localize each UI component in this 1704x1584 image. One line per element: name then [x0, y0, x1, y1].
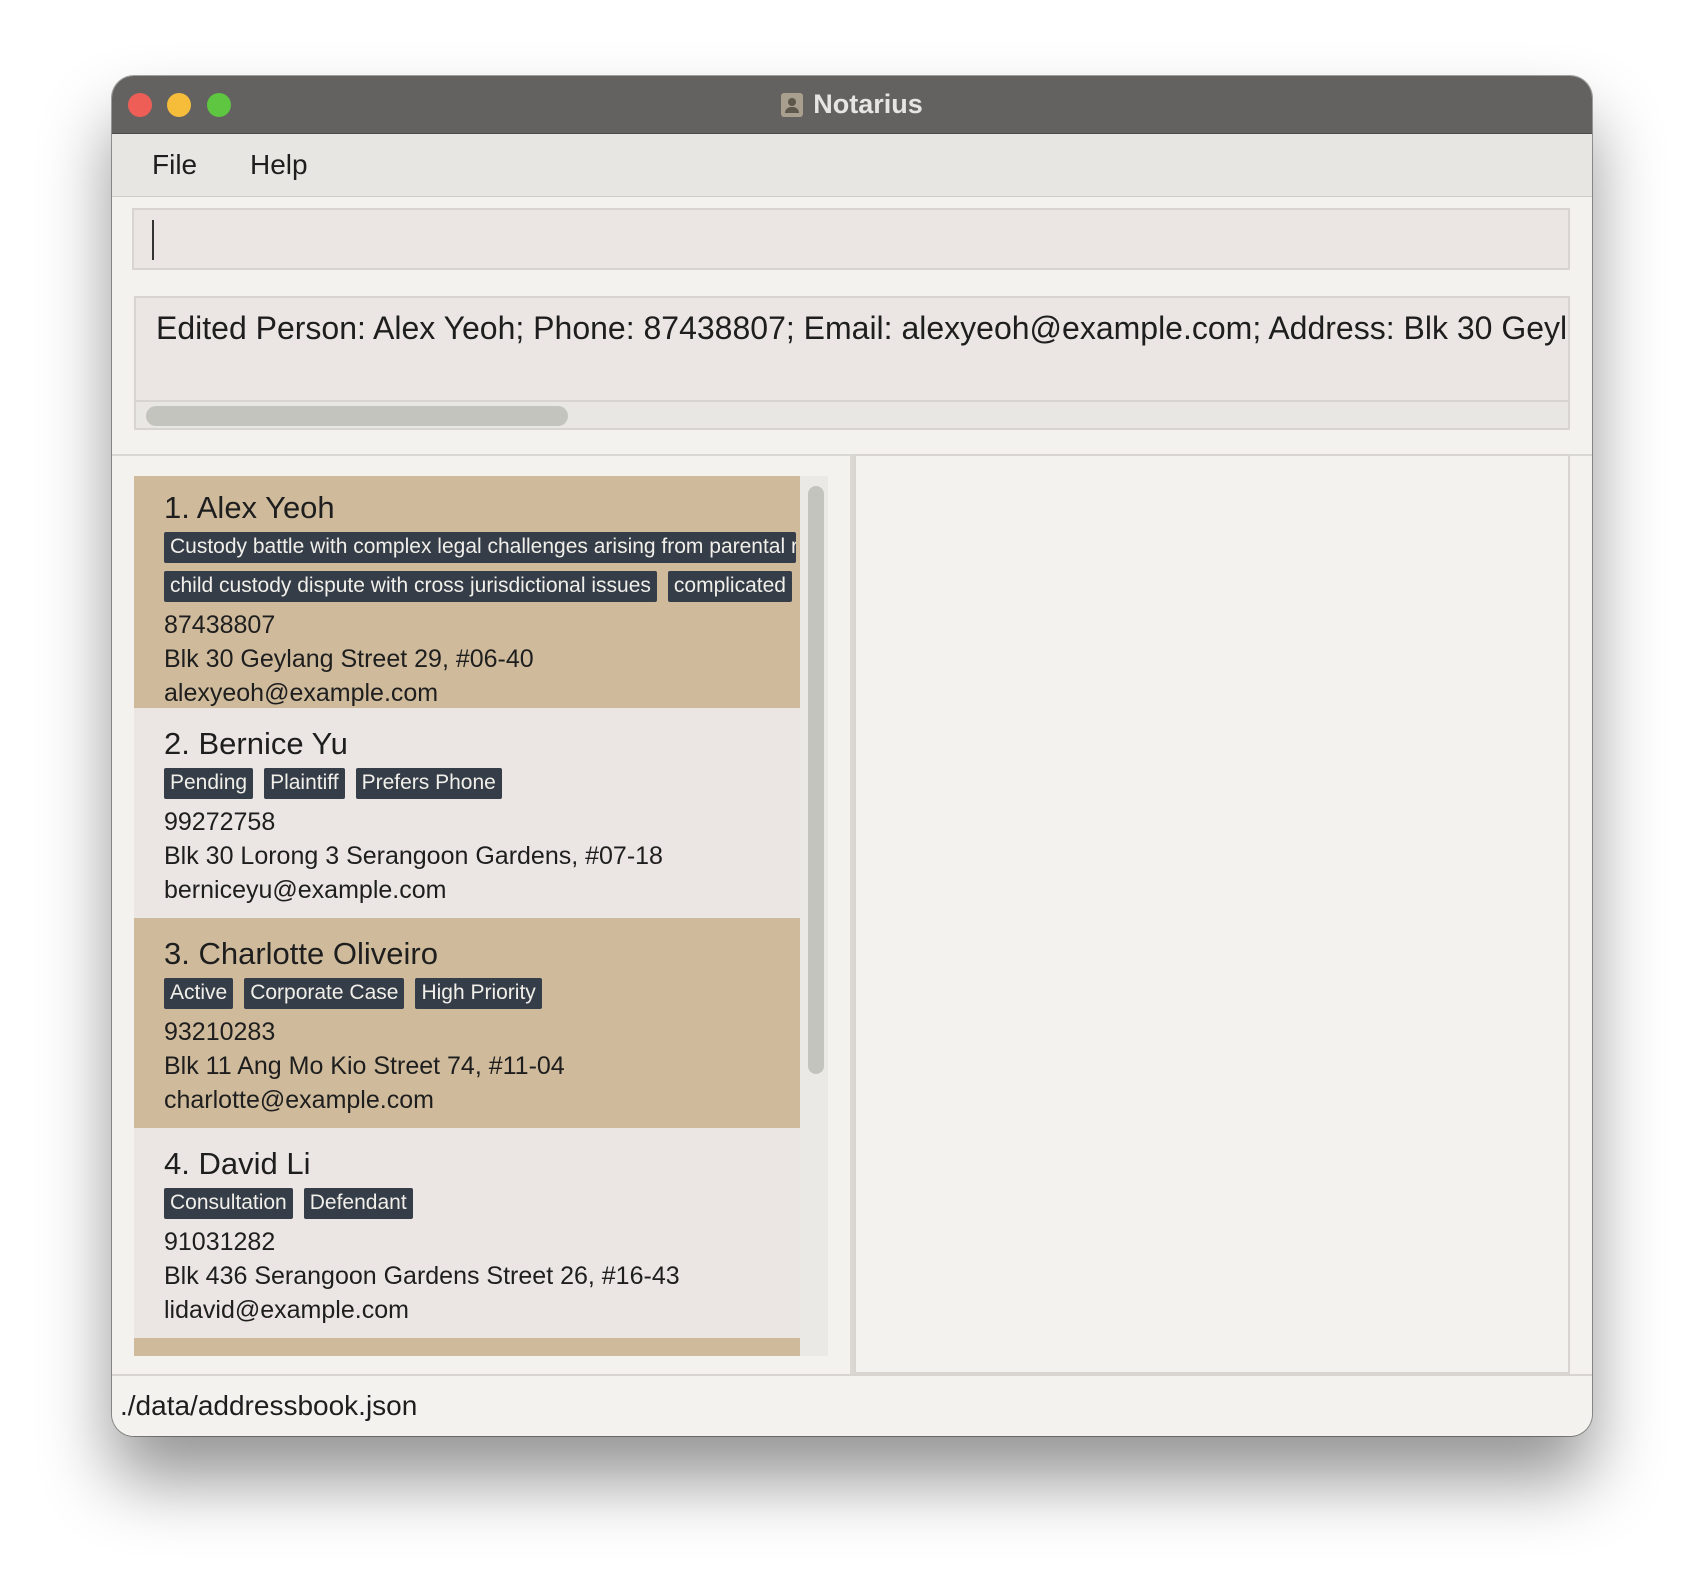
window-title: Notarius [813, 89, 923, 119]
tag-chip: High Priority [415, 978, 542, 1009]
person-card[interactable]: 2. Bernice Yu Pending Plaintiff Prefers Pho… [134, 708, 800, 918]
person-card[interactable]: 1. Alex Yeoh Custody battle with complex … [134, 476, 800, 708]
tag-chip: Active [164, 978, 234, 1009]
tag-list: Custody battle with complex legal challe… [164, 532, 800, 608]
person-card[interactable] [134, 1338, 800, 1356]
tag-list: Consultation Defendant [164, 1188, 800, 1225]
person-email: berniceyu@example.com [164, 876, 447, 904]
result-horizontal-scrollbar[interactable] [146, 406, 568, 426]
person-address: Blk 30 Lorong 3 Serangoon Gardens, #07-1… [164, 842, 663, 870]
tag-chip: Plaintiff [264, 768, 345, 799]
person-list-scrollbar-track[interactable] [802, 476, 828, 1356]
data-file-path: ./data/addressbook.json [120, 1390, 418, 1421]
person-card[interactable]: 3. Charlotte Oliveiro Active Corporate Cas… [134, 918, 800, 1128]
tag-chip: child custody dispute with cross jurisdi… [164, 571, 657, 602]
tag-chip: Corporate Case [244, 978, 405, 1009]
menu-file[interactable]: File [152, 149, 197, 181]
tag-chip: Custody battle with complex legal challe… [164, 532, 796, 563]
person-phone: 91031282 [164, 1228, 276, 1256]
tag-chip: Consultation [164, 1188, 293, 1219]
person-name: 2. Bernice Yu [164, 726, 348, 761]
person-address: Blk 11 Ang Mo Kio Street 74, #11-04 [164, 1052, 565, 1080]
app-window: Notarius File Help Edited Person: Alex Y… [112, 76, 1592, 1436]
status-bar: ./data/addressbook.json [112, 1374, 1592, 1436]
person-card[interactable]: 4. David Li Consultation Defendant 91031282… [134, 1128, 800, 1338]
person-email: charlotte@example.com [164, 1086, 434, 1114]
person-phone: 87438807 [164, 611, 276, 639]
menu-bar: File Help [112, 134, 1592, 197]
menu-help[interactable]: Help [250, 149, 308, 181]
person-name: 1. Alex Yeoh [164, 490, 335, 525]
person-address: Blk 436 Serangoon Gardens Street 26, #16… [164, 1262, 680, 1290]
command-input[interactable] [132, 208, 1570, 270]
person-phone: 99272758 [164, 808, 276, 836]
tag-chip: Defendant [303, 1188, 413, 1219]
person-email: lidavid@example.com [164, 1296, 409, 1324]
text-caret [152, 220, 154, 260]
person-name: 3. Charlotte Oliveiro [164, 936, 438, 971]
detail-panel [854, 454, 1570, 1374]
person-list-panel: 1. Alex Yeoh Custody battle with complex … [134, 476, 828, 1356]
tag-chip: Pending [164, 768, 254, 799]
result-display: Edited Person: Alex Yeoh; Phone: 8743880… [134, 296, 1570, 430]
title-bar[interactable]: Notarius [112, 76, 1592, 134]
tag-chip: Prefers Phone [355, 768, 502, 799]
tag-list: Active Corporate Case High Priority [164, 978, 800, 1015]
result-message: Edited Person: Alex Yeoh; Phone: 8743880… [156, 310, 1568, 346]
app-icon [781, 92, 804, 117]
tag-list: Pending Plaintiff Prefers Phone [164, 768, 800, 805]
person-phone: 93210283 [164, 1018, 276, 1046]
person-list-scrollbar-thumb[interactable] [808, 486, 824, 1074]
person-address: Blk 30 Geylang Street 29, #06-40 [164, 645, 534, 673]
person-email: alexyeoh@example.com [164, 679, 439, 707]
person-name: 4. David Li [164, 1146, 311, 1181]
tag-chip: complicated [667, 571, 792, 602]
